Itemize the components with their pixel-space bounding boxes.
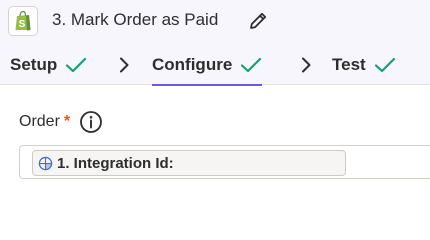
tab-configure-label: Configure	[152, 55, 233, 74]
check-icon	[66, 57, 87, 73]
chevron-right-icon	[120, 57, 129, 73]
pencil-icon[interactable]	[246, 9, 270, 33]
tab-test-label: Test	[332, 55, 366, 74]
svg-text:S: S	[19, 19, 26, 30]
tab-test[interactable]: Test	[332, 45, 396, 85]
tab-setup[interactable]: Setup	[10, 45, 87, 85]
mapped-field-text: 1. Integration Id:	[57, 154, 174, 172]
configure-panel: Order * 1. Integration Id:	[0, 86, 430, 208]
mapped-field-pill[interactable]: 1. Integration Id:	[32, 150, 346, 176]
required-marker: *	[63, 113, 71, 130]
tab-setup-label: Setup	[10, 55, 58, 74]
check-icon	[241, 57, 262, 73]
step-title: 3. Mark Order as Paid	[52, 10, 219, 29]
order-field-label: Order	[19, 113, 60, 130]
order-field-label-row: Order *	[19, 110, 103, 134]
step-tabs: Setup Configure Test	[0, 45, 430, 86]
check-icon	[374, 57, 395, 73]
shopify-icon: S	[8, 6, 38, 36]
chevron-right-icon	[302, 57, 311, 73]
integration-globe-icon	[37, 155, 53, 171]
step-header: S 3. Mark Order as Paid	[0, 0, 430, 45]
info-circle-icon[interactable]	[79, 110, 103, 134]
order-field-input[interactable]: 1. Integration Id:	[19, 145, 430, 179]
tab-configure[interactable]: Configure	[152, 45, 263, 86]
